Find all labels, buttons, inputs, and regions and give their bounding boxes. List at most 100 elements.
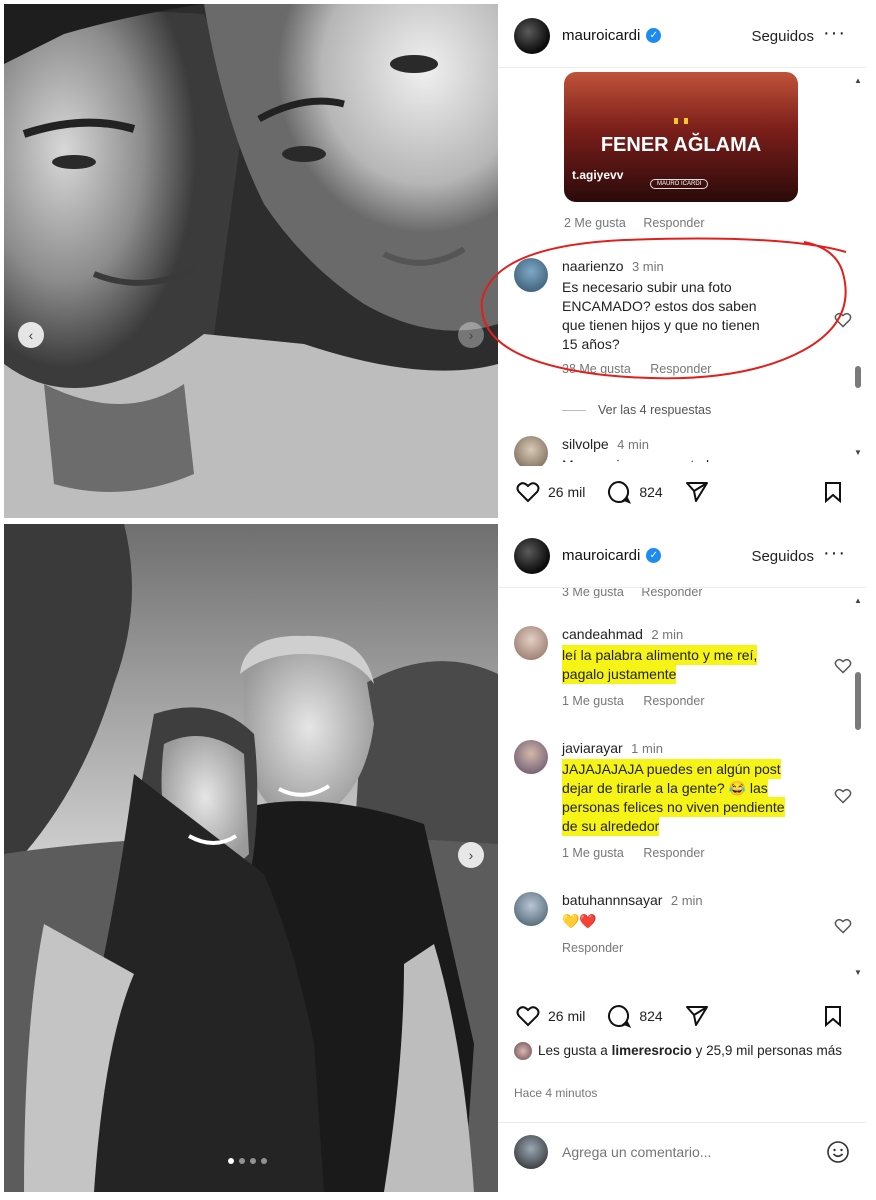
liker-avatar[interactable] (514, 1042, 532, 1061)
author-avatar[interactable] (514, 17, 550, 54)
comment-meta: 1 Me gusta Responder (562, 846, 826, 860)
highlighted-text: JAJAJAJAJA puedes en algún post dejar de… (562, 759, 785, 836)
commenter-avatar[interactable] (514, 626, 548, 660)
view-replies-label: Ver las 4 respuestas (598, 403, 712, 417)
like-count-text[interactable]: 1 Me gusta (562, 694, 624, 708)
like-count-text[interactable]: 2 Me gusta (564, 216, 626, 230)
divider (498, 1122, 866, 1123)
comment-body: batuhannnsayar 2 min 💛❤️ Responder (562, 892, 826, 955)
carousel-dot-active (228, 1158, 234, 1164)
reply-link[interactable]: Responder (643, 846, 704, 860)
comment-username[interactable]: silvolpe (562, 436, 609, 452)
reply-link[interactable]: Responder (643, 694, 704, 708)
share-icon[interactable] (685, 1005, 709, 1027)
post-panel-2: › mauroicardi ✓ Seguidos ··· 3 Me gusta … (4, 524, 866, 1192)
verified-badge-icon: ✓ (646, 28, 662, 43)
comments-list: 3 Me gusta Responder candeahmad 2 min le… (498, 588, 866, 986)
like-count-text[interactable]: 1 Me gusta (562, 846, 624, 860)
comment-count: 824 (639, 484, 663, 500)
reply-link[interactable]: Responder (641, 588, 702, 598)
carousel-dot (250, 1158, 256, 1164)
comment-username[interactable]: javiarayar (562, 740, 623, 756)
heart-icon[interactable] (834, 658, 852, 674)
comment-username[interactable]: candeahmad (562, 626, 643, 642)
post-sidebar-1: mauroicardi ✓ Seguidos ··· FENER AĞLAMA … (480, 4, 866, 518)
post-photo-2: › (4, 524, 498, 1192)
comment-time: 2 min (670, 893, 703, 908)
prev-comment-meta: 2 Me gusta Responder (564, 216, 704, 230)
current-user-avatar (514, 1135, 548, 1169)
reply-link[interactable]: Responder (643, 216, 704, 230)
following-button[interactable]: Seguidos (751, 548, 814, 565)
comment-text: leí la palabra alimento y me reí, pagalo… (562, 645, 782, 684)
highlighted-text: leí la palabra alimento y me reí, pagalo… (562, 645, 758, 684)
scroll-up-icon[interactable]: ▲ (854, 596, 862, 605)
view-replies-button[interactable]: Ver las 4 respuestas (562, 403, 711, 417)
comment-meta: 1 Me gusta Responder (562, 694, 826, 708)
comment-icon[interactable] (607, 480, 632, 504)
commenter-avatar[interactable] (514, 436, 548, 466)
post-photo-1: ‹ › (4, 4, 498, 518)
post-header: mauroicardi ✓ Seguidos ··· (498, 4, 866, 68)
image-reply-card[interactable]: FENER AĞLAMA t.agiyevv MAURO ICARDI (564, 72, 798, 202)
author-username[interactable]: mauroicardi (562, 547, 640, 564)
liked-by-suffix[interactable]: y 25,9 mil personas más (696, 1043, 842, 1058)
author-username[interactable]: mauroicardi (562, 27, 640, 44)
author-avatar[interactable] (514, 537, 550, 574)
like-heart-icon[interactable] (516, 481, 540, 503)
comment-item: candeahmad 2 min leí la palabra alimento… (514, 626, 852, 726)
add-comment-input[interactable] (562, 1144, 826, 1160)
scroll-down-icon[interactable]: ▼ (854, 968, 862, 977)
comment-time: 4 min (617, 437, 649, 452)
share-icon[interactable] (685, 481, 709, 503)
comment-text: JAJAJAJAJA puedes en algún post dejar de… (562, 759, 798, 836)
comment-body: silvolpe 4 min Mauro, siempre que te leo… (562, 436, 826, 462)
scroll-down-icon[interactable]: ▼ (854, 448, 862, 457)
heart-icon[interactable] (834, 788, 852, 804)
save-bookmark-icon[interactable] (824, 481, 842, 503)
carousel-dots (228, 1158, 267, 1164)
post-sidebar-2: mauroicardi ✓ Seguidos ··· 3 Me gusta Re… (498, 524, 866, 1192)
card-badge: MAURO ICARDI (650, 179, 709, 189)
like-count-text[interactable]: 3 Me gusta (562, 588, 624, 598)
like-heart-icon[interactable] (516, 1005, 540, 1027)
carousel-dot (261, 1158, 267, 1164)
comment-text: Mauro, siempre que te leo veo (562, 456, 826, 462)
comment-username[interactable]: batuhannnsayar (562, 892, 662, 908)
carousel-prev-button[interactable]: ‹ (18, 322, 44, 348)
replies-line (562, 409, 586, 411)
emoji-smiley-icon[interactable] (826, 1140, 850, 1164)
comment-count: 824 (639, 1008, 663, 1024)
comment-icon[interactable] (607, 1004, 632, 1028)
more-options-icon[interactable]: ··· (823, 22, 846, 45)
more-options-icon[interactable]: ··· (823, 542, 846, 565)
heart-icon[interactable] (834, 918, 852, 934)
reply-link[interactable]: Responder (562, 941, 623, 955)
save-bookmark-icon[interactable] (824, 1005, 842, 1027)
like-count: 26 mil (548, 1008, 586, 1024)
prev-comment-meta: 3 Me gusta Responder (562, 588, 702, 598)
scroll-thumb[interactable] (855, 672, 861, 730)
post-actions: 26 mil 824 (498, 996, 866, 1036)
comment-item: javiarayar 1 min JAJAJAJAJA puedes en al… (514, 740, 852, 880)
carousel-next-button[interactable]: › (458, 842, 484, 868)
commenter-avatar[interactable] (514, 892, 548, 926)
selfie-photo-bw (4, 4, 498, 518)
comment-time: 2 min (651, 627, 684, 642)
post-actions: 26 mil 824 (498, 472, 866, 512)
scrollbar[interactable]: ▲ ▼ (854, 596, 862, 978)
couple-selfie-photo-bw (4, 524, 498, 1192)
annotation-circle (480, 237, 847, 380)
comment-body: javiarayar 1 min JAJAJAJAJA puedes en al… (562, 740, 826, 860)
quote-icon (674, 118, 688, 124)
comment-composer (514, 1132, 850, 1172)
comment-time: 1 min (631, 741, 663, 756)
scroll-up-icon[interactable]: ▲ (854, 76, 862, 85)
post-panel-1: ‹ › mauroicardi ✓ Seguidos ··· FENER AĞL… (4, 4, 866, 518)
commenter-avatar[interactable] (514, 740, 548, 774)
comment-item: batuhannnsayar 2 min 💛❤️ Responder (514, 892, 852, 972)
following-button[interactable]: Seguidos (751, 28, 814, 45)
carousel-dot (239, 1158, 245, 1164)
card-title: FENER AĞLAMA (600, 134, 762, 156)
liked-by-user[interactable]: limeresrocio (612, 1043, 692, 1058)
